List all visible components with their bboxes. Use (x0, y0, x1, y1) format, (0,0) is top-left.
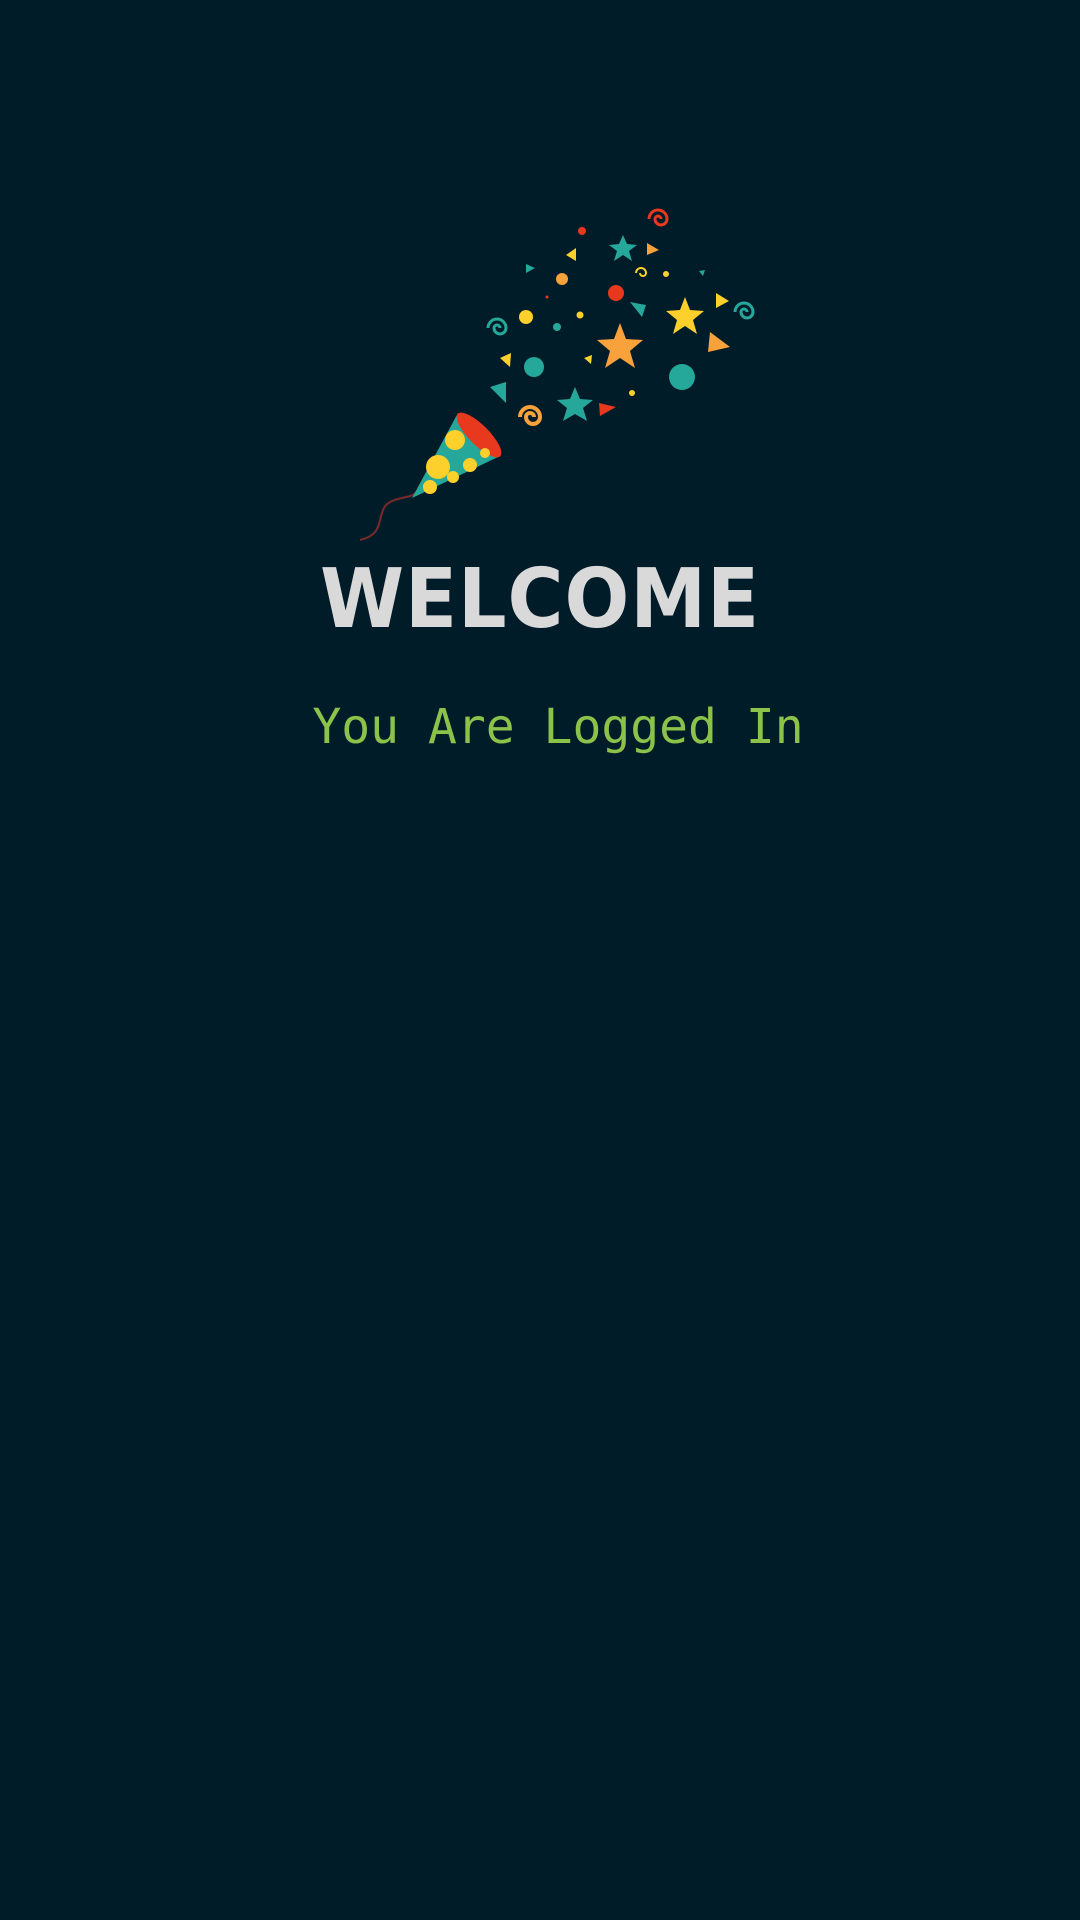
party-popper-icon (359, 208, 755, 541)
welcome-title: WELCOME (319, 552, 761, 647)
welcome-screen: WELCOME You Are Logged In (0, 0, 1080, 1920)
logged-in-message: You Are Logged In (312, 699, 804, 755)
